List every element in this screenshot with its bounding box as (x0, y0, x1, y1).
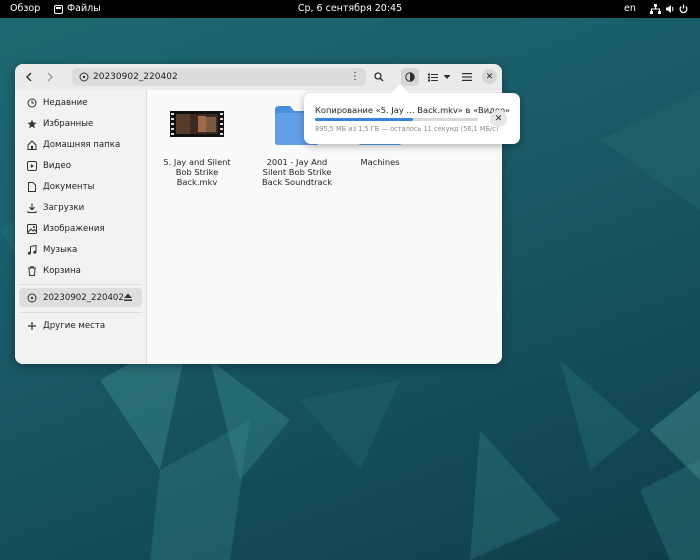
download-icon (26, 202, 38, 214)
file-item[interactable]: 5. Jay and Silent Bob Strike Back.mkv (155, 96, 239, 187)
operation-progress-bar (315, 118, 478, 121)
eject-icon (124, 293, 132, 301)
plus-icon (26, 320, 38, 332)
app-menu-button[interactable]: Файлы (54, 0, 101, 18)
back-button[interactable] (20, 68, 38, 86)
network-icon (650, 4, 661, 14)
keyboard-layout-label: en (624, 3, 636, 14)
file-name: 5. Jay and Silent Bob Strike Back.mkv (163, 157, 231, 187)
files-app-icon (54, 4, 63, 14)
location-bar[interactable]: 20230902_220402 ⋮ (72, 68, 366, 86)
chevron-left-icon (26, 72, 32, 82)
operation-title: Копирование «5. Jay … Back.mkv» в «Видео… (315, 105, 511, 115)
sidebar-item-label: Изображения (43, 223, 105, 234)
operation-status: 895,5 МБ из 1,5 ГБ — осталось 11 секунд … (315, 125, 499, 133)
forward-button[interactable] (41, 68, 59, 86)
sidebar-item-label: Корзина (43, 265, 81, 276)
sidebar-item-label: Загрузки (43, 202, 85, 213)
file-name: Machines (360, 157, 400, 167)
sidebar-divider (19, 284, 142, 285)
document-icon (26, 181, 38, 193)
top-bar: Обзор Файлы Ср, 6 сентября 20:45 en (0, 0, 700, 18)
close-button[interactable]: ✕ (482, 69, 497, 84)
video-icon (26, 160, 38, 172)
search-icon (374, 72, 384, 82)
sidebar-item-label: Документы (43, 181, 95, 192)
video-thumbnail (155, 96, 239, 151)
sidebar-item-label: 20230902_220402 (43, 292, 124, 303)
sidebar-item-home[interactable]: Домашняя папка (19, 135, 142, 154)
sidebar-item-downloads[interactable]: Загрузки (19, 198, 142, 217)
trash-icon (26, 265, 38, 277)
location-label: 20230902_220402 (93, 72, 178, 82)
sidebar-item-label: Видео (43, 160, 71, 171)
hamburger-icon (462, 73, 472, 81)
sidebar-item-trash[interactable]: Корзина (19, 261, 142, 280)
power-icon (679, 4, 688, 14)
cancel-operation-button[interactable]: ✕ (490, 110, 507, 127)
activities-button[interactable]: Обзор (10, 0, 40, 18)
operations-button[interactable] (401, 68, 419, 86)
image-icon (26, 223, 38, 235)
disc-icon (26, 292, 38, 304)
operation-progress-fill (315, 118, 413, 121)
sidebar-item-label: Другие места (43, 320, 106, 331)
sidebar: Недавние Избранные Домашняя папка Видео … (15, 90, 147, 364)
sidebar-item-videos[interactable]: Видео (19, 156, 142, 175)
chevron-right-icon (47, 72, 53, 82)
sidebar-item-device[interactable]: 20230902_220402 (19, 288, 142, 307)
file-operations-popover: Копирование «5. Jay … Back.mkv» в «Видео… (304, 84, 520, 144)
sidebar-item-label: Домашняя папка (43, 139, 121, 150)
star-icon (26, 118, 38, 130)
sidebar-item-label: Недавние (43, 97, 88, 108)
disc-icon (79, 72, 89, 82)
keyboard-layout-indicator[interactable]: en (624, 0, 636, 18)
chevron-down-icon (443, 75, 451, 79)
datetime-button[interactable]: Ср, 6 сентября 20:45 (298, 0, 402, 18)
progress-pie-icon (405, 72, 415, 82)
sidebar-item-starred[interactable]: Избранные (19, 114, 142, 133)
home-icon (26, 139, 38, 151)
activities-label: Обзор (10, 3, 41, 14)
search-button[interactable] (370, 68, 388, 86)
close-icon: ✕ (485, 71, 494, 82)
list-view-icon (428, 73, 438, 81)
location-menu-icon[interactable]: ⋮ (350, 71, 360, 83)
close-icon: ✕ (494, 113, 503, 124)
system-menu-button[interactable] (650, 0, 688, 18)
sidebar-item-label: Избранные (43, 118, 94, 129)
sidebar-item-documents[interactable]: Документы (19, 177, 142, 196)
music-icon (26, 244, 38, 256)
view-toggle-button[interactable] (425, 68, 451, 86)
sidebar-item-recent[interactable]: Недавние (19, 93, 142, 112)
eject-button[interactable] (123, 292, 133, 305)
clock-icon (26, 97, 38, 109)
app-name-label: Файлы (67, 3, 101, 14)
main-menu-button[interactable] (458, 68, 476, 86)
file-name: 2001 - Jay And Silent Bob Strike Back So… (261, 157, 333, 187)
header-bar: 20230902_220402 ⋮ ✕ (15, 64, 502, 90)
sidebar-item-music[interactable]: Музыка (19, 240, 142, 259)
sidebar-divider (19, 312, 142, 313)
sidebar-item-pictures[interactable]: Изображения (19, 219, 142, 238)
sidebar-item-label: Музыка (43, 244, 78, 255)
volume-icon (666, 5, 674, 13)
sidebar-item-other-locations[interactable]: Другие места (19, 316, 142, 335)
